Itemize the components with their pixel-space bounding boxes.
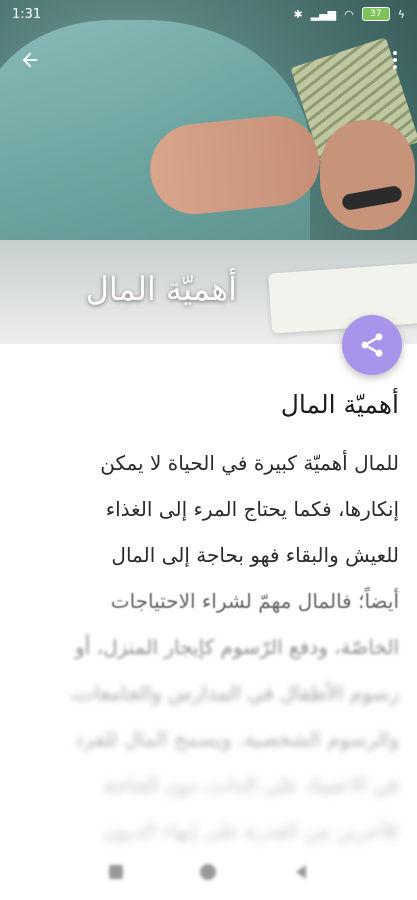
share-icon (361, 333, 383, 357)
menu-icon (109, 865, 124, 879)
hero-title: أهميّة المال (85, 270, 237, 308)
home-icon (200, 864, 217, 880)
nav-home-button[interactable] (197, 861, 219, 883)
more-vert-icon (393, 51, 397, 69)
back-triangle-icon (295, 865, 306, 879)
article-line: والرسوم الشخصية، ويسمح المال للفرد (74, 727, 399, 751)
article-line: في الاعتماد على الذات، دون الحاجة (104, 773, 399, 797)
share-button[interactable] (342, 315, 402, 375)
article-line: للمال أهميّة كبيرة في الحياة لا يمكن (100, 451, 399, 475)
wifi-icon: ◠ (344, 7, 354, 21)
article-line: للعيش والبقاء فهو بحاجة إلى المال (111, 543, 399, 567)
nav-back-button[interactable] (290, 861, 312, 883)
article-body: للمال أهميّة كبيرة في الحياة لا يمكن إنك… (14, 440, 399, 854)
article-line: إنكارها، فكما يحتاج المرء إلى الغذاء (105, 497, 399, 521)
bluetooth-icon: ✱ (293, 7, 303, 21)
hand-shape (320, 120, 415, 230)
article-line: رسوم الأطفال في المدارس والجامعات، (69, 681, 399, 705)
book-shape (268, 262, 417, 334)
status-bar: 1:31 ✱ ▂▄▆ ◠ 37 ϟ (0, 0, 417, 28)
status-time: 1:31 (12, 6, 42, 22)
signal-icon: ▂▄▆ (310, 7, 337, 21)
battery-icon: 37 (361, 7, 390, 21)
status-icons: ✱ ▂▄▆ ◠ 37 ϟ (294, 7, 405, 21)
system-nav-bar (0, 844, 417, 900)
charging-icon: ϟ (397, 7, 405, 21)
battery-level: 37 (370, 9, 382, 19)
nav-menu-button[interactable] (105, 861, 127, 883)
article-line: الخاصّة، ودفع الرّسوم كإيجار المنزل، أو (75, 635, 399, 659)
article-line: أيضاً؛ فالمال مهمّ لشراء الاحتياجات (110, 589, 399, 613)
more-options-button[interactable] (383, 44, 407, 76)
arrow-back-icon (22, 52, 38, 68)
back-button[interactable] (14, 44, 46, 76)
article-title: أهميّة المال (280, 390, 399, 419)
